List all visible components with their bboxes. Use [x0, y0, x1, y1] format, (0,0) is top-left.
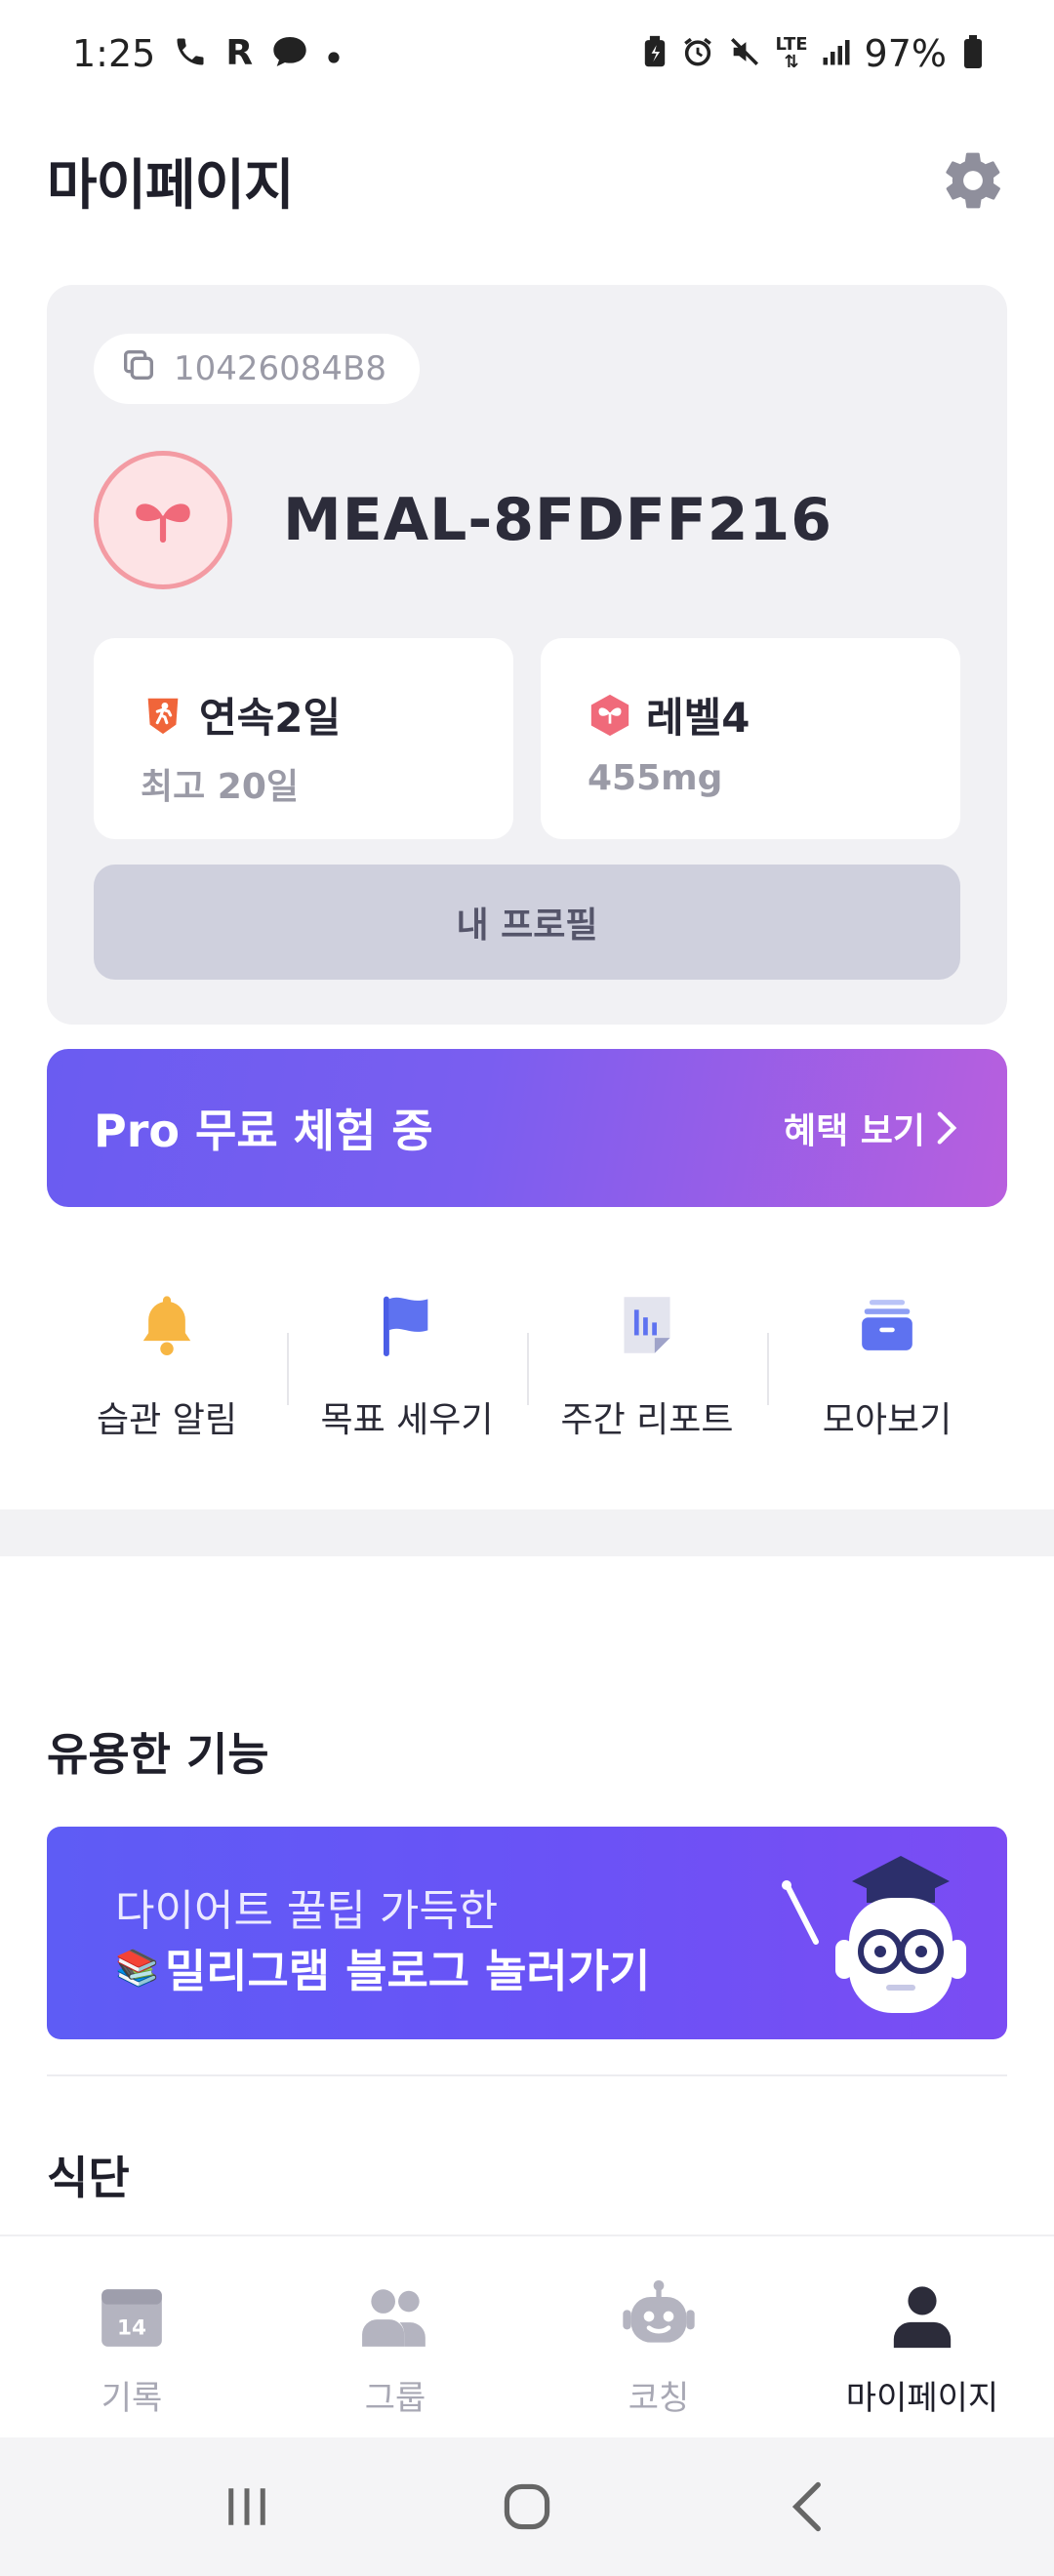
robot-icon [620, 2277, 698, 2355]
streak-label: 연속2일 [199, 694, 342, 742]
level-label: 레벨4 [646, 694, 750, 742]
set-goal-button[interactable]: 목표 세우기 [287, 1288, 527, 1444]
nav-group-label: 그룹 [364, 2379, 426, 2418]
level-card[interactable]: 레벨4 455mg [541, 638, 960, 839]
pro-trial-banner[interactable]: Pro 무료 체험 중 혜택 보기 [47, 1049, 1007, 1207]
status-time: 1:25 [72, 32, 156, 75]
avatar[interactable] [94, 451, 232, 589]
nav-record-label: 기록 [101, 2379, 163, 2418]
copy-icon [119, 345, 158, 393]
profile-card: 10426084B8 MEAL-8FDFF216 연속2일 최고 20일 레벨4… [47, 285, 1007, 1025]
benefits-link-label: 혜택 보기 [783, 1111, 925, 1151]
graduate-robot-icon [769, 1854, 984, 2030]
nav-group[interactable]: 그룹 [264, 2236, 527, 2437]
chevron-right-icon [937, 1111, 957, 1145]
system-nav-bar [0, 2437, 1054, 2576]
lte-icon: LTE ⇅ [775, 34, 808, 72]
streak-best: 최고 20일 [141, 767, 299, 807]
status-bar: 1:25 R LTE ⇅ 97% [0, 0, 1054, 107]
nav-mypage-label: 마이페이지 [845, 2379, 999, 2418]
call-icon [173, 34, 208, 74]
useful-features-title: 유용한 기능 [47, 1728, 269, 1781]
signal-icon [822, 37, 851, 71]
my-profile-button[interactable]: 내 프로필 [94, 865, 960, 980]
level-badge-icon [136, 503, 190, 543]
nav-coaching[interactable]: 코칭 [527, 2236, 790, 2437]
home-icon[interactable] [483, 2463, 571, 2551]
r-icon: R [225, 33, 254, 73]
level-hex-icon [588, 693, 632, 738]
benefits-link[interactable]: 혜택 보기 [784, 1103, 958, 1153]
pro-title: Pro 무료 체험 중 [94, 1105, 433, 1157]
quick-menu: 습관 알림 목표 세우기 주간 리포트 모아보기 [47, 1288, 1007, 1444]
weekly-report-label: 주간 리포트 [560, 1400, 734, 1440]
person-icon [883, 2277, 961, 2355]
habit-alarm-button[interactable]: 습관 알림 [47, 1288, 287, 1444]
calendar-icon: 14 [93, 2277, 171, 2355]
recent-apps-icon[interactable] [203, 2463, 291, 2551]
group-icon [356, 2277, 434, 2355]
gear-icon[interactable] [939, 146, 1007, 215]
calendar-day: 14 [117, 2316, 146, 2341]
blog-banner-line1: 다이어트 꿀팁 가득한 [115, 1886, 499, 1936]
meal-section-title: 식단 [47, 2152, 130, 2204]
bottom-nav: 14 기록 그룹 코칭 마이페이지 [0, 2234, 1054, 2437]
archive-box-icon [850, 1288, 924, 1362]
section-divider [0, 1509, 1054, 1556]
divider-line [47, 2074, 1007, 2076]
dot-icon [327, 38, 341, 69]
user-id-chip[interactable]: 10426084B8 [94, 334, 421, 404]
report-icon [610, 1288, 684, 1362]
chat-bubble-icon [270, 35, 309, 73]
battery-saver-icon [642, 35, 668, 73]
battery-icon [964, 35, 982, 68]
nav-record[interactable]: 14 기록 [0, 2236, 264, 2437]
level-sub: 455mg [588, 758, 723, 798]
blog-banner[interactable]: 다이어트 꿀팁 가득한 📚 밀리그램 블로그 놀러가기 [47, 1827, 1007, 2039]
nav-mypage[interactable]: 마이페이지 [790, 2236, 1054, 2437]
flag-icon [370, 1288, 444, 1362]
streak-card[interactable]: 연속2일 최고 20일 [94, 638, 513, 839]
page-title: 마이페이지 [47, 153, 295, 218]
back-icon[interactable] [763, 2463, 851, 2551]
blog-banner-line2: 밀리그램 블로그 놀러가기 [164, 1945, 651, 1997]
page-header: 마이페이지 [47, 127, 1007, 234]
books-icon: 📚 [115, 1949, 159, 1989]
battery-percent: 97% [864, 32, 947, 75]
set-goal-label: 목표 세우기 [320, 1400, 494, 1440]
nav-coaching-label: 코칭 [628, 2379, 690, 2418]
collection-label: 모아보기 [822, 1400, 953, 1440]
collection-button[interactable]: 모아보기 [767, 1288, 1007, 1444]
alarm-icon [681, 35, 714, 73]
username: MEAL-8FDFF216 [283, 486, 833, 554]
mute-icon [728, 35, 761, 73]
running-icon [141, 693, 185, 738]
bell-icon [130, 1288, 204, 1362]
user-id-text: 10426084B8 [174, 349, 387, 388]
weekly-report-button[interactable]: 주간 리포트 [527, 1288, 767, 1444]
habit-alarm-label: 습관 알림 [97, 1400, 237, 1440]
